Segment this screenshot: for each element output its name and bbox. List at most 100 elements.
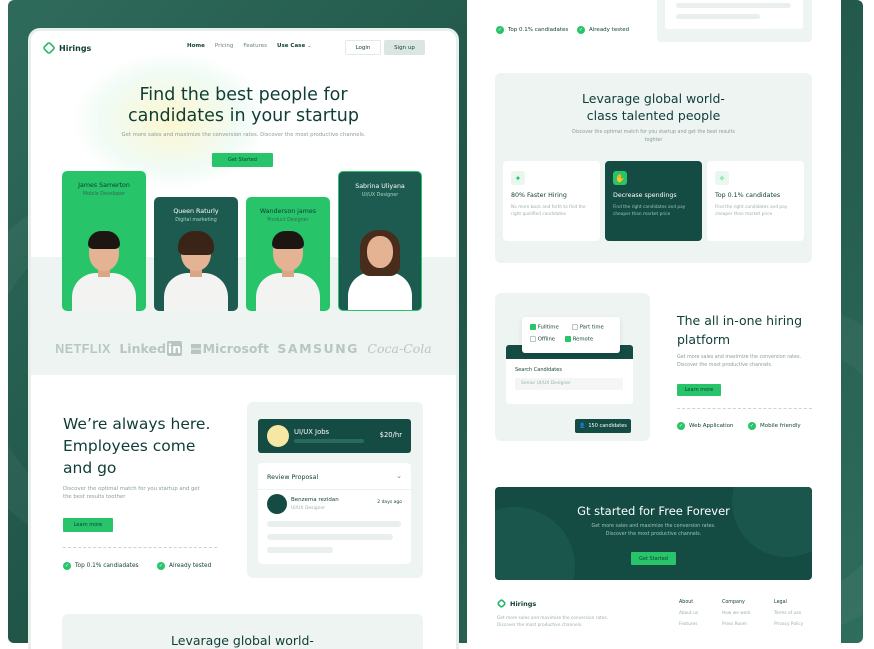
person-card-2[interactable]: Queen Raturly Digital marketing [154, 197, 238, 311]
samsung-logo: SAMSUNG [277, 341, 359, 356]
section2-title: We’re always here. Employees come and go [63, 413, 210, 479]
review-time: 2 days ago [377, 500, 402, 505]
footer-link[interactable]: Press Room [722, 622, 751, 627]
top-card [665, 0, 803, 29]
check-icon: ✓ [496, 26, 504, 34]
filter-offline[interactable]: Offline [530, 336, 555, 343]
footer-col-about: About About us Features [679, 600, 698, 627]
nav-home[interactable]: Home [187, 43, 205, 49]
check-top-candidates: ✓ Top 0.1% candiadates [63, 562, 139, 570]
hero-get-started-button[interactable]: Get Started [212, 153, 273, 167]
section2-learn-more-button[interactable]: Learn more [63, 518, 113, 532]
leverage-subtitle-line1: Discover the optimal match for you start… [572, 130, 735, 135]
check-label: Top 0.1% candiadates [508, 27, 569, 33]
next-section-peek: Levarage global world- [62, 614, 423, 649]
brand-logo[interactable]: Hirings [42, 41, 92, 55]
filter-fulltime[interactable]: Fulltime [530, 324, 559, 331]
cta-title: Gt started for Free Forever [577, 504, 730, 518]
leverage-title: Levarage global world- class talented pe… [495, 90, 812, 124]
job-progress-bar [294, 439, 364, 443]
person-photo [154, 227, 238, 311]
nav-features[interactable]: Features [243, 43, 267, 49]
search-input[interactable]: Senior UI/UX Designer [515, 378, 623, 390]
top-panel [657, 0, 812, 42]
microsoft-logo: Microsoft [190, 341, 269, 356]
microsoft-word: Microsoft [202, 341, 269, 356]
footer-link[interactable]: Privacy Policy [774, 622, 803, 627]
person-name: Queen Raturly [173, 208, 219, 215]
footer-tagline: Get more sales and maximize the conversi… [497, 616, 609, 628]
allinone-subtitle: Get more sales and maximize the conversi… [677, 355, 801, 368]
peek-title: Levarage global world- [171, 633, 314, 648]
nav-pricing[interactable]: Pricing [215, 43, 234, 49]
check-label: Top 0.1% candiadates [75, 563, 139, 569]
job-card[interactable]: UI/UX Jobs $20/hr [258, 419, 411, 453]
cta-get-started-button[interactable]: Get Started [631, 552, 676, 565]
person-name: James Samerton [78, 182, 130, 189]
microsoft-icon [190, 344, 201, 354]
allinone-title-line2: platform [677, 332, 731, 347]
coca-cola-logo: Coca-Cola [367, 341, 432, 356]
linkedin-logo: Linked in [119, 341, 183, 356]
person-card-1[interactable]: James Samerton Mobile Developer [62, 171, 146, 311]
section2-title-line3: and go [63, 459, 117, 477]
feature-desc: No more back and forth to find the right… [511, 205, 586, 217]
top-nav: Hirings Home Pricing Features Use Case ⌄… [31, 31, 456, 65]
reviewer-name: Benzema rezidan [291, 497, 339, 503]
feature-desc: Find the right candidates and pay cheape… [613, 205, 686, 217]
feature-card-faster-hiring[interactable]: ✦ 80% Faster Hiring No more back and for… [503, 161, 600, 241]
person-photo [339, 200, 421, 310]
person-card-3[interactable]: Wanderson james Product Designer [246, 197, 330, 311]
section2-subtitle: Discover the optimal match for you start… [63, 486, 200, 500]
skeleton-line [267, 534, 393, 540]
sparkle-icon: ✦ [511, 171, 525, 185]
footer-col-title: Company [722, 600, 745, 605]
footer-link[interactable]: Terms of use [774, 611, 803, 616]
feature-card-decrease-spendings[interactable]: ✋ Decrease spendings Find the right cand… [605, 161, 702, 241]
check-web-application: ✓ Web Application [677, 422, 733, 430]
job-title: UI/UX Jobs [294, 428, 330, 436]
footer-brand-name: Hirings [510, 599, 537, 608]
divider [258, 489, 411, 490]
search-card: Search Candidates Senior UI/UX Designer [506, 359, 633, 404]
person-role: UI/UX Designer [361, 193, 399, 198]
footer-brand[interactable]: Hirings [496, 598, 537, 609]
nav-use-case[interactable]: Use Case ⌄ [277, 43, 312, 49]
footer-link[interactable]: About us [679, 611, 698, 616]
check-already-tested: ✓ Already tested [157, 562, 211, 570]
feature-title: 80% Faster Hiring [511, 192, 567, 199]
filter-remote[interactable]: Remote [565, 336, 593, 343]
footer-col-title: About [679, 600, 694, 605]
landing-page-left: Hirings Home Pricing Features Use Case ⌄… [28, 28, 459, 649]
person-card-4[interactable]: Sabrina Uliyana UI/UX Designer [338, 171, 422, 311]
checkbox-checked-icon [530, 324, 536, 330]
feature-desc: Find the right candidates and pay cheape… [715, 205, 788, 217]
footer-link[interactable]: Features [679, 622, 698, 627]
person-role: Digital marketing [175, 218, 217, 223]
person-photo [246, 227, 330, 311]
chevron-down-icon: ⌄ [306, 43, 312, 49]
hero-title-line2: candidates in your startup [128, 106, 359, 126]
check-label: Web Application [689, 423, 734, 429]
check-icon: ✓ [577, 26, 585, 34]
feature-card-top-candidates[interactable]: ✧ Top 0.1% candidates Find the right can… [707, 161, 804, 241]
job-avatar [267, 425, 289, 447]
allinone-title-line1: The all in-one hiring [677, 313, 803, 328]
filter-part-time[interactable]: Part time [572, 324, 604, 331]
login-button[interactable]: Login [345, 40, 381, 55]
cta-banner: Gt started for Free Forever Get more sal… [495, 487, 812, 580]
cta-subtitle: Get more sales and maximize the conversi… [591, 524, 716, 537]
landing-page-right: ✓ Top 0.1% candiadates ✓ Already tested Le… [467, 0, 841, 649]
nav-use-case-label: Use Case [277, 43, 306, 49]
signup-button[interactable]: Sign up [384, 40, 425, 55]
check-label: Already tested [589, 27, 630, 33]
brand-name: Hirings [59, 43, 92, 53]
partner-logos: NETFLIX Linked in Microsoft SAMSUNG Coca-… [31, 341, 456, 356]
footer-link[interactable]: How we work [722, 611, 751, 616]
leverage-subtitle-line2: toghter [644, 138, 663, 143]
allinone-learn-more-button[interactable]: Learn more [677, 384, 721, 396]
search-label: Search Candidates [515, 367, 562, 373]
sparkle-icon: ✧ [715, 171, 729, 185]
skeleton-line [676, 3, 791, 8]
chevron-down-icon[interactable]: ⌄ [396, 472, 402, 480]
